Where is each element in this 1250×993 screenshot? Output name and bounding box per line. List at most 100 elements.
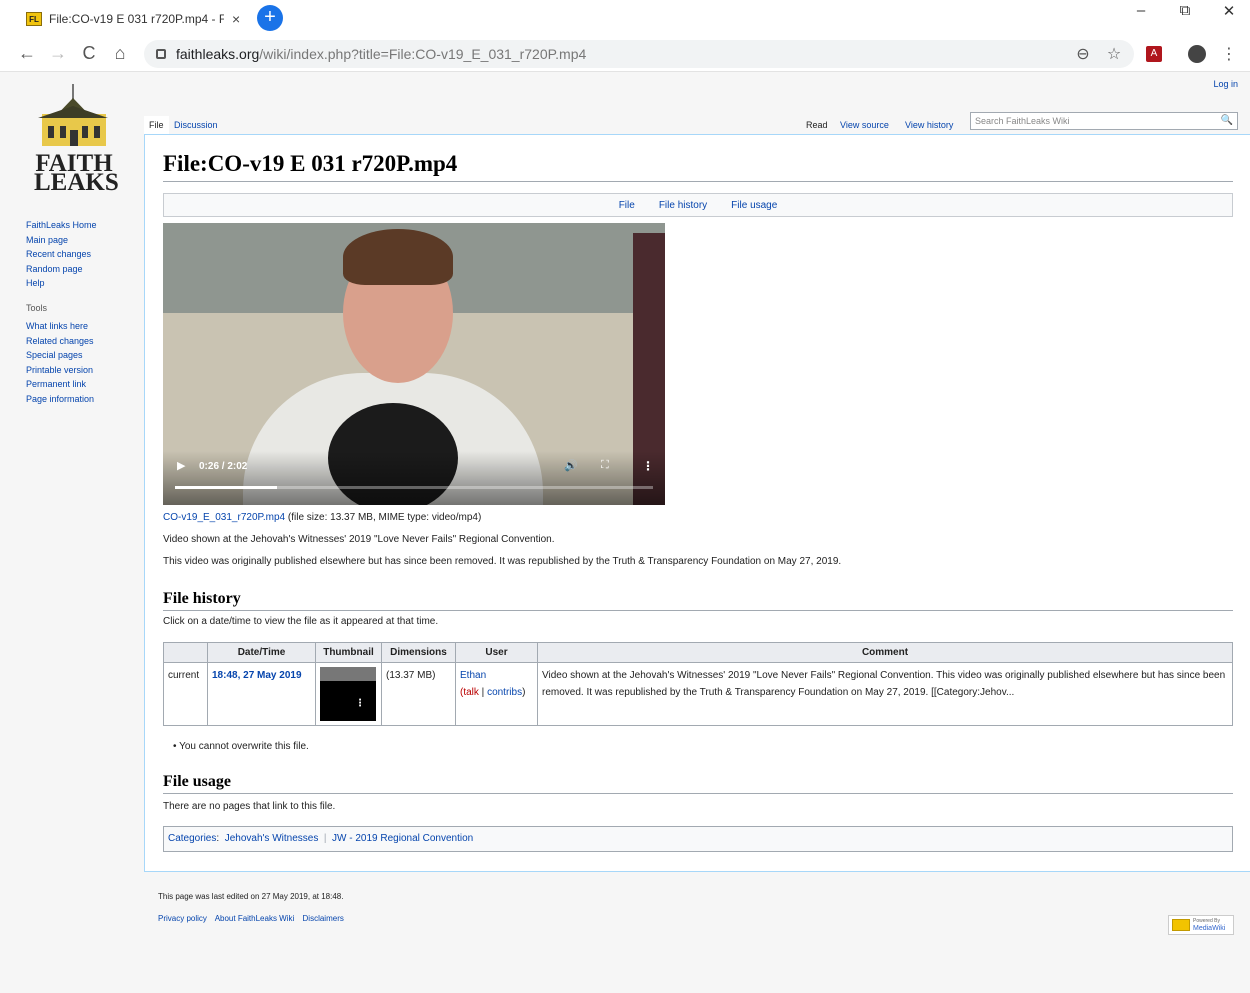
church-logo-icon (38, 84, 108, 146)
categories-label-link[interactable]: Categories (168, 833, 216, 844)
search-input[interactable]: Search FaithLeaks Wiki 🔍 (970, 112, 1238, 130)
new-tab-button[interactable]: + (257, 5, 283, 31)
site-logo[interactable]: FAITH LEAKS (28, 84, 119, 195)
zoom-icon[interactable]: ⊖ (1073, 44, 1093, 64)
cell-datetime: 18:48, 27 May 2019 (207, 662, 316, 726)
close-icon[interactable]: × (232, 11, 240, 27)
page-tabs: File Discussion Read View source View hi… (144, 112, 1250, 134)
play-icon[interactable]: ▶ (177, 459, 185, 472)
republished-note: This video was originally published else… (163, 556, 842, 567)
star-icon[interactable]: ☆ (1104, 44, 1124, 64)
tab-title: File:CO-v19 E 031 r720P.mp4 - Fa (49, 12, 224, 26)
col-header-thumbnail: Thumbnail (315, 642, 382, 663)
browser-tab-bar: FL File:CO-v19 E 031 r720P.mp4 - Fa × + … (0, 0, 1250, 36)
lock-icon (156, 49, 166, 59)
favicon-icon: FL (26, 12, 42, 26)
col-header-status (163, 642, 208, 663)
login-link[interactable]: Log in (1213, 79, 1238, 89)
sidebar-item-main-page[interactable]: Main page (26, 233, 97, 248)
close-window-button[interactable]: ✕ (1212, 2, 1246, 24)
more-options-icon[interactable]: ⋮ (642, 459, 654, 473)
tab-read[interactable]: Read (806, 116, 828, 134)
video-seek-bar[interactable] (175, 486, 653, 489)
tab-file[interactable]: File (144, 116, 169, 134)
cell-dimensions: (13.37 MB) (381, 662, 456, 726)
table-row: current 18:48, 27 May 2019 ⋮ (13.37 MB) … (163, 662, 1233, 726)
video-thumbnail[interactable]: ⋮ (320, 667, 376, 721)
sidebar-item-recent-changes[interactable]: Recent changes (26, 247, 97, 262)
talk-link[interactable]: talk (463, 687, 479, 698)
volume-icon[interactable]: 🔊 (564, 459, 578, 472)
cell-thumbnail: ⋮ (315, 662, 382, 726)
tab-view-history[interactable]: View history (905, 116, 953, 134)
logo-text: FAITH LEAKS (34, 150, 119, 196)
video-progress (175, 486, 277, 489)
file-link[interactable]: CO-v19_E_031_r720P.mp4 (163, 512, 285, 523)
toc-file-usage[interactable]: File usage (731, 200, 777, 211)
file-usage-heading: File usage (163, 773, 1233, 794)
file-history-heading: File history (163, 590, 1233, 611)
sidebar-item-what-links-here[interactable]: What links here (26, 319, 97, 334)
sidebar-item-random-page[interactable]: Random page (26, 262, 97, 277)
sidebar-item-printable-version[interactable]: Printable version (26, 363, 97, 378)
fullscreen-icon[interactable]: ⛶ (601, 459, 609, 472)
cell-user: Ethan (talk | contribs) (455, 662, 538, 726)
video-player[interactable]: ▶ 0:26 / 2:02 🔊 ⛶ ⋮ (163, 223, 665, 505)
overwrite-note: • You cannot overwrite this file. (173, 741, 309, 752)
about-link[interactable]: About FaithLeaks Wiki (215, 914, 295, 923)
cell-status: current (163, 662, 208, 726)
forward-button[interactable]: → (47, 43, 69, 64)
privacy-policy-link[interactable]: Privacy policy (158, 914, 207, 923)
more-options-icon: ⋮ (355, 698, 365, 709)
video-frame-hair (343, 229, 453, 285)
category-links: Categories: Jehovah's Witnesses | JW - 2… (163, 826, 1233, 852)
disclaimers-link[interactable]: Disclaimers (303, 914, 344, 923)
tools-heading: Tools (26, 302, 48, 313)
pdf-extension-icon[interactable]: A (1146, 46, 1162, 62)
video-controls-overlay (163, 451, 665, 505)
category-jehovahs-witnesses[interactable]: Jehovah's Witnesses (225, 833, 319, 844)
file-history-table: Date/Time Thumbnail Dimensions User Comm… (163, 642, 1233, 726)
file-toc: File File history File usage (163, 193, 1233, 217)
back-button[interactable]: ← (16, 43, 38, 64)
col-header-comment: Comment (537, 642, 1233, 663)
profile-icon[interactable] (1188, 45, 1206, 63)
main-content: File:CO-v19 E 031 r720P.mp4 File File hi… (144, 134, 1250, 872)
datetime-link[interactable]: 18:48, 27 May 2019 (212, 670, 302, 681)
user-link[interactable]: Ethan (460, 670, 486, 681)
sidebar-item-special-pages[interactable]: Special pages (26, 348, 97, 363)
browser-tab[interactable]: FL File:CO-v19 E 031 r720P.mp4 - Fa × (16, 6, 248, 32)
cell-comment: Video shown at the Jehovah's Witnesses' … (537, 662, 1233, 726)
address-bar[interactable]: faithleaks.org/wiki/index.php?title=File… (144, 40, 1134, 68)
url-path: /wiki/index.php?title=File:CO-v19_E_031_… (259, 46, 587, 62)
col-header-dimensions: Dimensions (381, 642, 456, 663)
sidebar-item-help[interactable]: Help (26, 276, 97, 291)
tab-discussion[interactable]: Discussion (169, 116, 223, 134)
sidebar-item-home[interactable]: FaithLeaks Home (26, 218, 97, 233)
category-jw-2019-regional-convention[interactable]: JW - 2019 Regional Convention (332, 833, 473, 844)
menu-icon[interactable]: ⋮ (1219, 44, 1239, 64)
sidebar: FaithLeaks Home Main page Recent changes… (26, 218, 97, 406)
file-info: CO-v19_E_031_r720P.mp4 (file size: 13.37… (163, 512, 482, 523)
restore-button[interactable]: ⧉ (1168, 2, 1202, 24)
search-icon[interactable]: 🔍 (1221, 113, 1233, 129)
sidebar-item-permanent-link[interactable]: Permanent link (26, 377, 97, 392)
toc-file[interactable]: File (619, 200, 635, 211)
reload-button[interactable]: C (78, 43, 100, 64)
page-title: File:CO-v19 E 031 r720P.mp4 (163, 151, 1233, 182)
file-description: Video shown at the Jehovah's Witnesses' … (163, 534, 555, 545)
sidebar-item-page-information[interactable]: Page information (26, 392, 97, 407)
web-page: Log in FAITH LEAKS FaithLeaks Home Main … (0, 72, 1250, 993)
file-usage-text: There are no pages that link to this fil… (163, 801, 336, 812)
tab-view-source[interactable]: View source (840, 116, 889, 134)
video-time: 0:26 / 2:02 (199, 461, 248, 472)
last-edited: This page was last edited on 27 May 2019… (158, 892, 344, 901)
contribs-link[interactable]: contribs (487, 687, 522, 698)
sidebar-item-related-changes[interactable]: Related changes (26, 334, 97, 349)
toc-file-history[interactable]: File history (659, 200, 707, 211)
home-button[interactable]: ⌂ (109, 43, 131, 64)
powered-by-mediawiki-badge[interactable]: Powered By MediaWiki (1168, 915, 1234, 935)
browser-toolbar: ← → C ⌂ faithleaks.org/wiki/index.php?ti… (0, 36, 1250, 72)
minimize-button[interactable]: – (1124, 2, 1158, 24)
col-header-user: User (455, 642, 538, 663)
